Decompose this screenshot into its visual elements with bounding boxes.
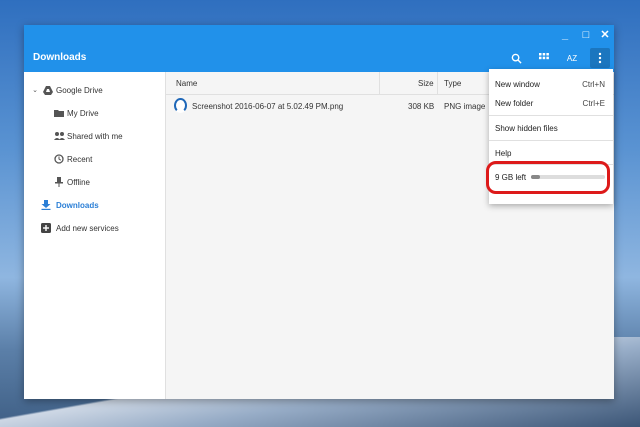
chevron-down-icon[interactable]: ⌄ bbox=[29, 84, 41, 96]
column-divider[interactable] bbox=[437, 72, 438, 94]
app-toolbar: Downloads AZ bbox=[24, 44, 614, 72]
menu-item-label: Help bbox=[495, 149, 512, 158]
clock-icon bbox=[53, 153, 65, 165]
grid-view-icon bbox=[539, 53, 549, 60]
sidebar-item-shared-with-me[interactable]: Shared with me bbox=[24, 127, 165, 145]
file-type: PNG image bbox=[444, 102, 486, 111]
more-vert-icon bbox=[598, 52, 602, 64]
menu-divider bbox=[489, 140, 613, 141]
drive-icon bbox=[42, 84, 54, 96]
download-icon bbox=[40, 199, 52, 211]
menu-item-label: New window bbox=[495, 80, 540, 89]
menu-item-label: New folder bbox=[495, 99, 534, 108]
maximize-button[interactable]: □ bbox=[576, 25, 596, 44]
menu-item-new-window[interactable]: New window Ctrl+N bbox=[489, 75, 613, 93]
search-icon bbox=[511, 53, 522, 64]
sidebar-item-add-new-services[interactable]: Add new services bbox=[24, 219, 165, 237]
sidebar-item-recent[interactable]: Recent bbox=[24, 150, 165, 168]
menu-item-help[interactable]: Help bbox=[489, 144, 613, 162]
menu-item-label: Show hidden files bbox=[495, 124, 558, 133]
close-button[interactable]: ✕ bbox=[595, 25, 615, 44]
sidebar-item-label: Recent bbox=[67, 154, 93, 164]
highlight-annotation bbox=[486, 161, 610, 194]
sidebar-item-my-drive[interactable]: My Drive bbox=[24, 104, 165, 122]
image-file-icon bbox=[174, 98, 187, 113]
sidebar-item-label: Google Drive bbox=[56, 85, 103, 95]
menu-item-show-hidden-files[interactable]: Show hidden files bbox=[489, 119, 613, 137]
page-title: Downloads bbox=[33, 52, 87, 63]
people-icon bbox=[53, 130, 65, 142]
title-bar[interactable]: _ □ ✕ bbox=[24, 25, 614, 44]
search-button[interactable] bbox=[506, 48, 526, 68]
sidebar-item-label: Offline bbox=[67, 177, 90, 187]
minimize-button[interactable]: _ bbox=[555, 25, 575, 44]
grid-view-button[interactable] bbox=[534, 48, 554, 68]
sidebar-item-downloads[interactable]: Downloads bbox=[24, 196, 165, 214]
sidebar: ⌄ Google Drive My Drive Shared with me R… bbox=[24, 72, 166, 399]
sort-button[interactable]: AZ bbox=[562, 48, 582, 68]
pin-icon bbox=[53, 176, 65, 188]
menu-divider bbox=[489, 115, 613, 116]
menu-item-new-folder[interactable]: New folder Ctrl+E bbox=[489, 94, 613, 112]
more-options-button[interactable] bbox=[590, 48, 610, 68]
column-header-size[interactable]: Size bbox=[418, 79, 434, 88]
column-header-type[interactable]: Type bbox=[444, 79, 461, 88]
sidebar-item-label: My Drive bbox=[67, 108, 99, 118]
sidebar-item-google-drive[interactable]: ⌄ Google Drive bbox=[24, 81, 165, 99]
menu-item-shortcut: Ctrl+E bbox=[582, 99, 605, 108]
sidebar-item-label: Shared with me bbox=[67, 131, 123, 141]
sort-icon: AZ bbox=[566, 53, 578, 63]
column-divider[interactable] bbox=[379, 72, 380, 94]
file-name: Screenshot 2016-06-07 at 5.02.49 PM.png bbox=[192, 102, 344, 111]
menu-item-shortcut: Ctrl+N bbox=[582, 80, 605, 89]
file-size: 308 KB bbox=[408, 102, 435, 111]
sidebar-item-label: Add new services bbox=[56, 223, 119, 233]
column-header-name[interactable]: Name bbox=[176, 79, 197, 88]
add-icon bbox=[40, 222, 52, 234]
sidebar-item-offline[interactable]: Offline bbox=[24, 173, 165, 191]
sidebar-item-label: Downloads bbox=[56, 200, 99, 210]
folder-icon bbox=[53, 107, 65, 119]
